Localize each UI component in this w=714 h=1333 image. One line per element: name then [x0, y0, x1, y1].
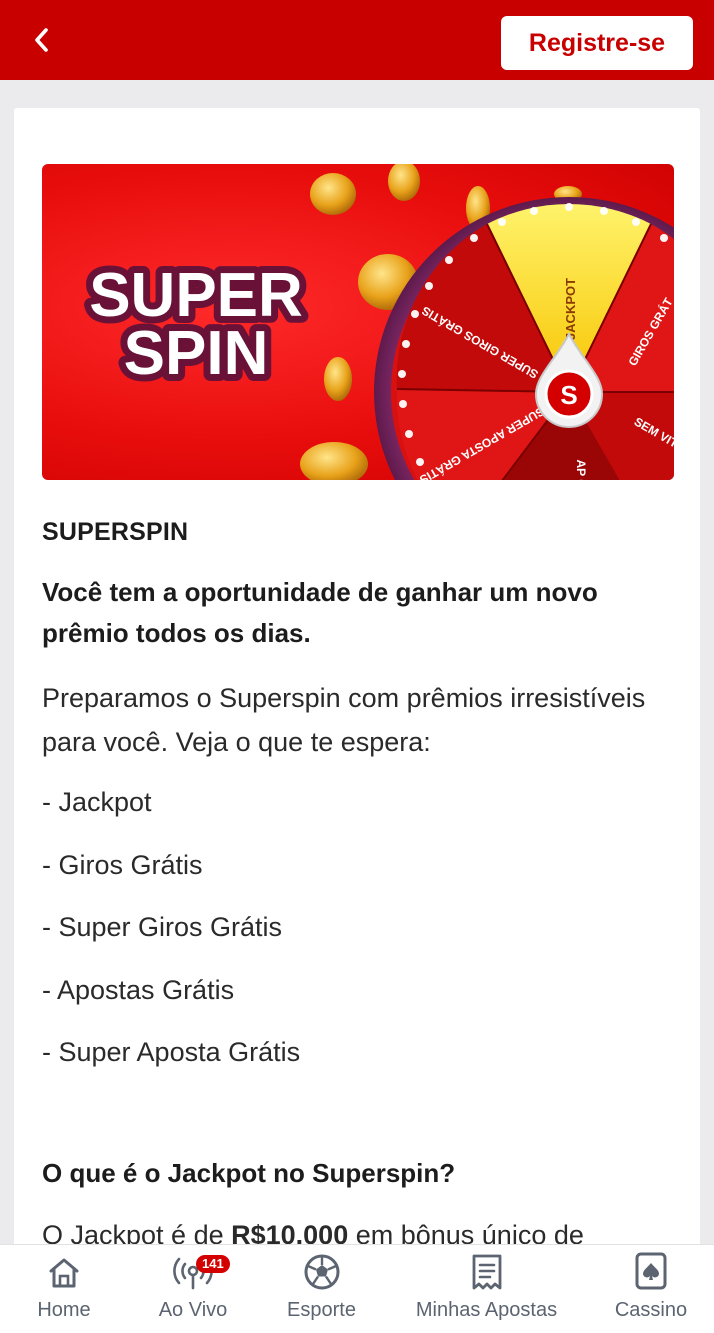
jackpot-heading: O que é o Jackpot no Superspin?	[42, 1158, 456, 1188]
segment-aposta: AP G	[574, 459, 588, 480]
list-item: - Apostas Grátis	[42, 974, 235, 1005]
title-spin: SPIN	[124, 319, 269, 388]
hub-logo: S	[560, 380, 577, 410]
nav-item-my-bets[interactable]: Minhas Apostas	[385, 1245, 588, 1333]
soccer-ball-icon	[304, 1254, 339, 1290]
nav-item-live[interactable]: 141 Ao Vivo	[128, 1245, 258, 1333]
receipt-icon	[472, 1254, 501, 1290]
nav-label-live: Ao Vivo	[158, 1299, 228, 1321]
promo-card: JACKPOT SUPER GIROS GRÁTIS GIROS GRÁT SU…	[14, 108, 700, 1268]
back-button[interactable]	[22, 20, 62, 60]
banner-artwork: JACKPOT SUPER GIROS GRÁTIS GIROS GRÁT SU…	[82, 164, 674, 480]
bottom-nav: Home 141 Ao Vivo Esporte Minhas Apostas …	[0, 1244, 714, 1333]
list-item: - Jackpot	[42, 787, 152, 817]
nav-label-casino: Cassino	[614, 1299, 688, 1321]
superspin-banner: JACKPOT SUPER GIROS GRÁTIS GIROS GRÁT SU…	[42, 164, 674, 480]
promo-paragraph: Preparamos o Superspin com prêmios irres…	[42, 683, 646, 757]
promo-heading: SUPERSPIN	[42, 518, 189, 546]
top-bar: Registre-se	[0, 0, 714, 80]
nav-label-my-bets: Minhas Apostas	[415, 1299, 558, 1321]
nav-item-home[interactable]: Home	[0, 1245, 128, 1333]
segment-jackpot: JACKPOT	[563, 278, 578, 340]
superspin-title: SUPER SPIN SUPER SPIN	[82, 254, 310, 395]
chevron-left-icon	[35, 28, 48, 52]
playing-card-icon	[635, 1252, 667, 1290]
prize-wheel: JACKPOT SUPER GIROS GRÁTIS GIROS GRÁT SU…	[374, 197, 674, 480]
nav-label-sports: Esporte	[287, 1299, 356, 1321]
nav-item-sports[interactable]: Esporte	[258, 1245, 385, 1333]
list-item: - Giros Grátis	[42, 849, 203, 880]
list-item: - Super Giros Grátis	[42, 912, 283, 942]
nav-item-casino[interactable]: Cassino	[588, 1245, 714, 1333]
list-item: - Super Aposta Grátis	[42, 1037, 301, 1067]
prize-list: - Jackpot - Giros Grátis - Super Giros G…	[42, 782, 300, 1095]
nav-label-home: Home	[37, 1299, 91, 1321]
promo-lead: Você tem a oportunidade de ganhar um nov…	[42, 577, 598, 648]
register-button[interactable]: Registre-se	[501, 16, 693, 70]
live-count-badge: 141	[196, 1255, 230, 1273]
home-icon	[49, 1258, 79, 1288]
